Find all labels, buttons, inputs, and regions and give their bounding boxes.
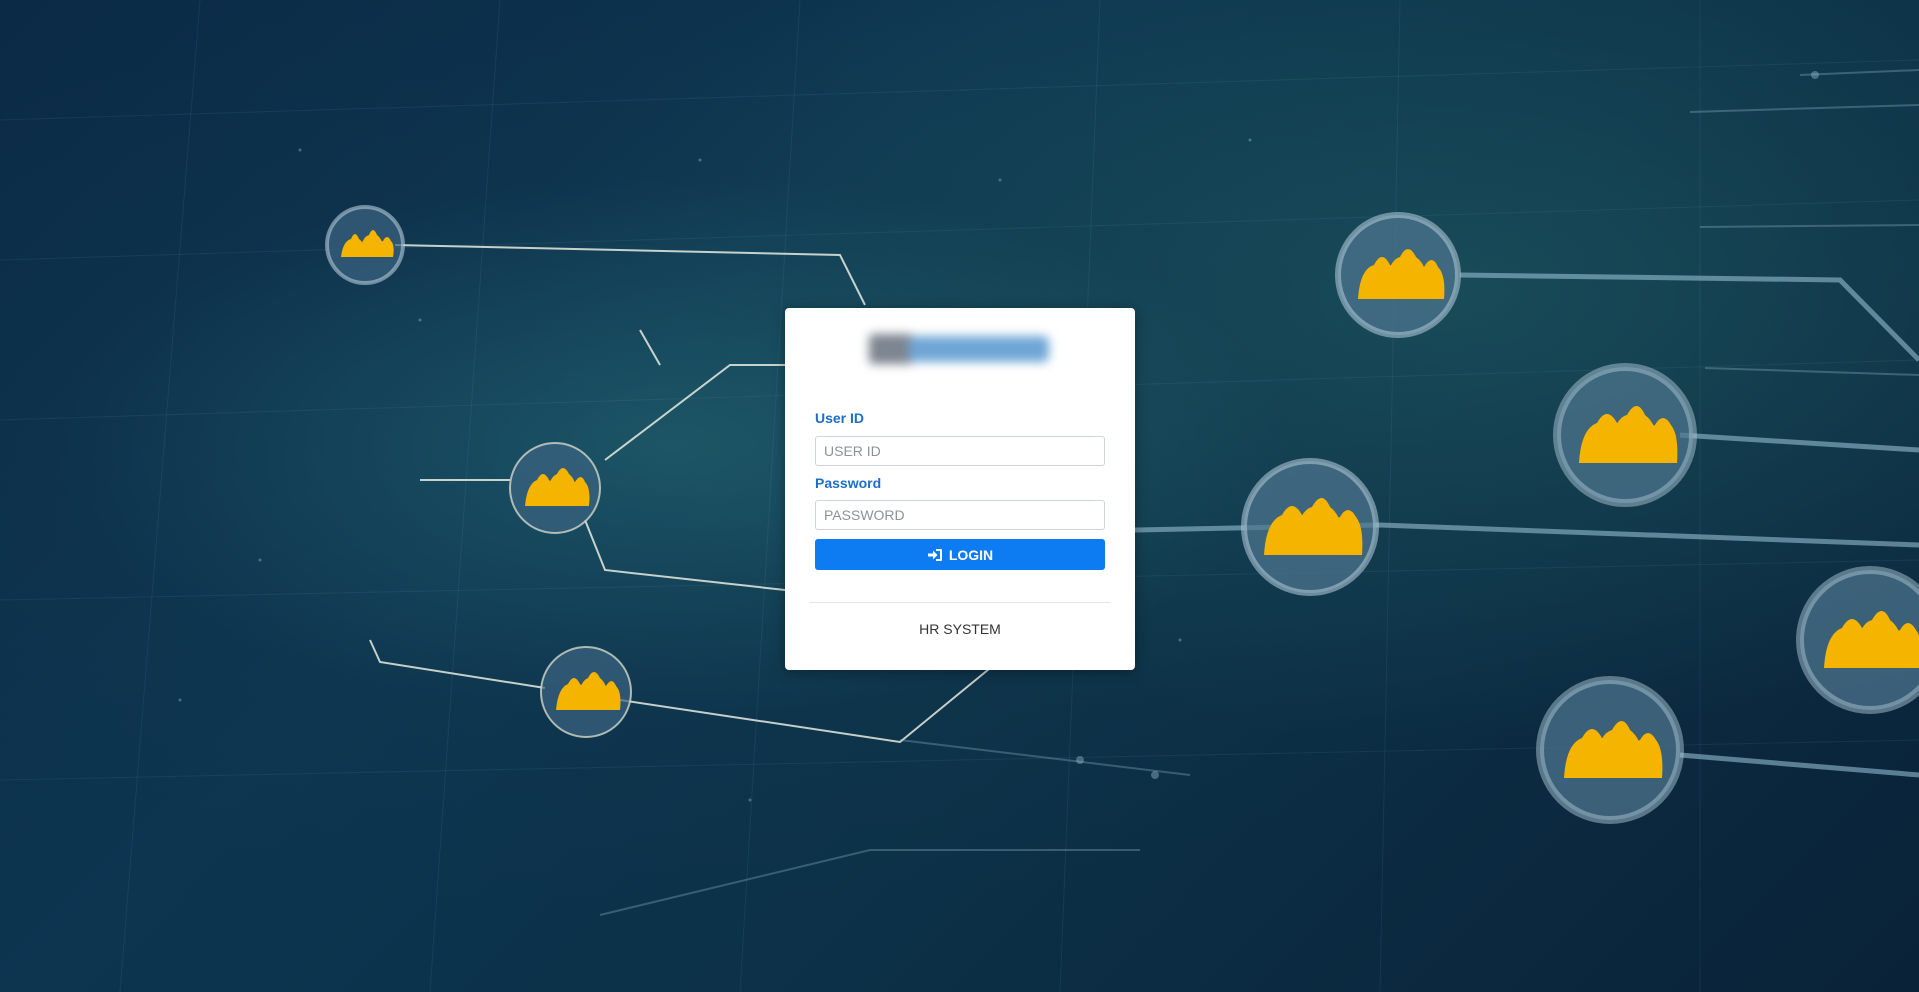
company-logo bbox=[863, 324, 1063, 374]
login-button[interactable]: LOGIN bbox=[815, 539, 1105, 570]
password-label: Password bbox=[815, 475, 882, 491]
sign-in-icon bbox=[927, 548, 943, 562]
login-card: User ID Password LOGIN HR SYSTEM bbox=[785, 308, 1135, 670]
system-name: HR SYSTEM bbox=[919, 621, 1001, 637]
password-input[interactable] bbox=[815, 500, 1105, 530]
user-id-input[interactable] bbox=[815, 436, 1105, 466]
divider bbox=[809, 602, 1111, 603]
login-button-label: LOGIN bbox=[948, 546, 994, 563]
logo-mark bbox=[869, 334, 913, 364]
logo-wordmark bbox=[909, 336, 1049, 362]
user-id-label: User ID bbox=[815, 410, 865, 426]
